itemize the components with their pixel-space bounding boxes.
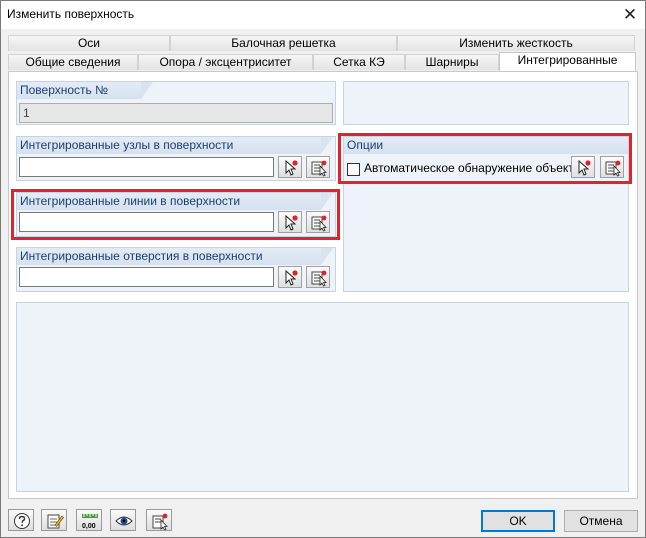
close-icon[interactable]: ✕ — [619, 4, 641, 26]
right-info-box — [343, 81, 629, 125]
integrated-nodes-input[interactable] — [19, 157, 274, 177]
integrated-lines-group: Интегрированные линии в поверхности — [16, 192, 336, 237]
surface-number-field: 1 — [19, 103, 333, 123]
options-pick-button[interactable] — [571, 156, 595, 178]
options-label: Опции — [344, 137, 628, 154]
auto-detect-checkbox[interactable] — [347, 163, 360, 176]
surface-number-label: Поверхность № — [17, 82, 141, 99]
tab-axes[interactable]: Оси — [8, 35, 170, 51]
cursor-pick-icon — [285, 269, 298, 286]
cancel-button[interactable]: Отмена — [564, 510, 638, 532]
select-nodes-list-button[interactable] — [306, 156, 330, 178]
tab-modify-stiffness[interactable]: Изменить жесткость — [397, 35, 635, 51]
pick-icon — [152, 513, 168, 530]
integrated-nodes-group: Интегрированные узлы в поверхности — [16, 136, 336, 181]
comment-area — [16, 302, 629, 492]
pick-lines-button[interactable] — [278, 211, 302, 233]
integrated-lines-input[interactable] — [19, 212, 274, 232]
help-icon — [14, 513, 30, 529]
tab-general[interactable]: Общие сведения — [8, 54, 138, 70]
tab-beam-grid[interactable]: Балочная решетка — [170, 35, 397, 51]
cursor-pick-icon — [285, 159, 298, 176]
list-select-icon — [311, 160, 327, 177]
integrated-openings-input[interactable] — [19, 267, 274, 287]
tab-fe-mesh[interactable]: Сетка КЭ — [313, 54, 405, 70]
select-lines-list-button[interactable] — [306, 211, 330, 233]
view-icon — [115, 516, 133, 526]
units-icon: 0,00 — [82, 514, 98, 530]
options-group: Опции Автоматическое обнаружение объекта — [343, 136, 629, 292]
edit-icon — [47, 514, 64, 529]
view-button[interactable] — [110, 509, 136, 531]
integrated-lines-label: Интегрированные линии в поверхности — [17, 193, 321, 210]
pick-button[interactable] — [146, 509, 172, 531]
surface-number-group: Поверхность № 1 — [16, 81, 336, 125]
tab-hinges[interactable]: Шарниры — [405, 54, 499, 70]
list-select-icon — [605, 160, 621, 177]
title-bar: Изменить поверхность ✕ — [1, 1, 645, 29]
units-glyph: 0,00 — [82, 523, 96, 530]
auto-detect-label[interactable]: Автоматическое обнаружение объекта — [364, 161, 580, 175]
cursor-pick-icon — [578, 159, 591, 176]
options-select-list-button[interactable] — [600, 156, 624, 178]
pick-openings-button[interactable] — [278, 266, 302, 288]
ok-button[interactable]: OK — [481, 510, 555, 532]
list-select-icon — [311, 270, 327, 287]
integrated-openings-group: Интегрированные отверстия в поверхности — [16, 247, 336, 292]
edit-button[interactable] — [41, 509, 67, 531]
window-title: Изменить поверхность — [7, 7, 135, 21]
tab-support-eccentricity[interactable]: Опора / эксцентриситет — [138, 54, 313, 70]
list-select-icon — [311, 215, 327, 232]
integrated-nodes-label: Интегрированные узлы в поверхности — [17, 137, 321, 154]
units-button[interactable]: 0,00 — [76, 509, 102, 531]
cursor-pick-icon — [285, 214, 298, 231]
integrated-openings-label: Интегрированные отверстия в поверхности — [17, 248, 321, 265]
tab-integrated[interactable]: Интегрированные — [499, 52, 636, 71]
select-openings-list-button[interactable] — [306, 266, 330, 288]
pick-nodes-button[interactable] — [278, 156, 302, 178]
help-button[interactable] — [8, 509, 34, 531]
